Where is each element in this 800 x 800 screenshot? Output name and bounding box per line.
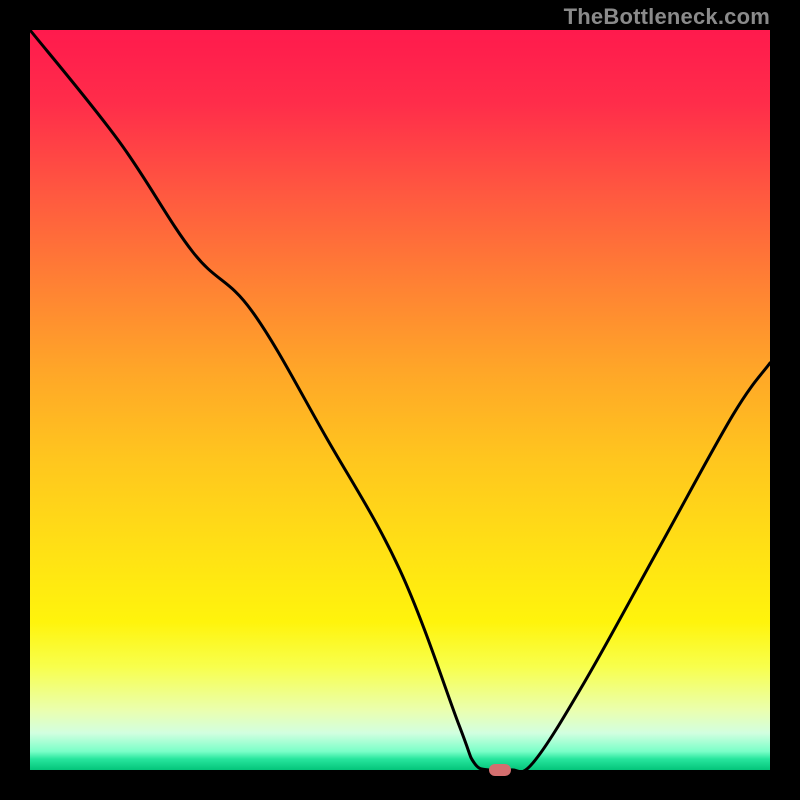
chart-canvas: TheBottleneck.com — [0, 0, 800, 800]
plot-area — [30, 30, 770, 770]
watermark-text: TheBottleneck.com — [564, 4, 770, 30]
optimum-marker — [489, 764, 511, 776]
bottleneck-curve-path — [30, 30, 770, 772]
curve-layer — [30, 30, 770, 770]
